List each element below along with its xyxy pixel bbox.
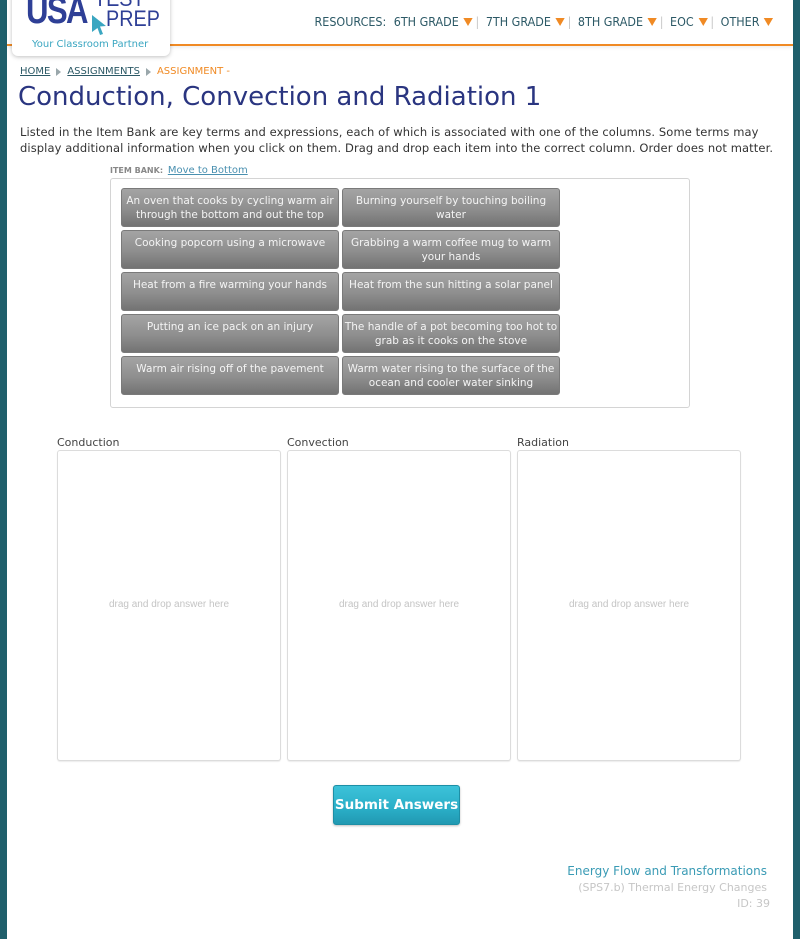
move-to-bottom-link[interactable]: Move to Bottom: [168, 165, 248, 176]
dropdown-triangle-icon: [555, 18, 565, 26]
nav-item-label: OTHER: [720, 15, 760, 29]
nav-item-label: 6TH GRADE: [393, 15, 459, 29]
nav-separator: |: [475, 15, 479, 29]
dropdown-triangle-icon: [763, 18, 773, 26]
draggable-item[interactable]: Warm air rising off of the pavement: [121, 356, 339, 395]
draggable-item[interactable]: The handle of a pot becoming too hot to …: [342, 314, 560, 353]
nav-item-8th-grade[interactable]: 8TH GRADE: [578, 15, 657, 29]
resources-nav: RESOURCES: 6TH GRADE | 7TH GRADE | 8TH G…: [314, 15, 773, 29]
breadcrumb-arrow-icon: [56, 67, 62, 76]
resources-label: RESOURCES:: [314, 15, 386, 29]
nav-item-label: 7TH GRADE: [485, 15, 551, 29]
breadcrumb-assignments[interactable]: ASSIGNMENTS: [67, 66, 140, 77]
cursor-arrow-icon: [92, 15, 106, 35]
dropdown-triangle-icon: [647, 18, 657, 26]
draggable-item[interactable]: Warm water rising to the surface of the …: [342, 356, 560, 395]
left-border: [0, 0, 7, 939]
nav-separator: |: [567, 15, 572, 29]
instructions-text: Listed in the Item Bank are key terms an…: [20, 125, 774, 155]
nav-item-label: 8TH GRADE: [577, 15, 643, 29]
drop-placeholder: drag and drop answer here: [568, 599, 690, 610]
footer-question-id: ID: 39: [737, 897, 770, 910]
footer-standard: (SPS7.b) Thermal Energy Changes: [578, 881, 767, 894]
draggable-item[interactable]: Putting an ice pack on an injury: [121, 314, 339, 353]
logo-usa-text: USA: [26, 0, 89, 32]
submit-answers-button[interactable]: Submit Answers: [333, 785, 460, 825]
nav-item-6th-grade[interactable]: 6TH GRADE: [393, 15, 473, 29]
draggable-item[interactable]: Burning yourself by touching boiling wat…: [342, 188, 560, 227]
draggable-item[interactable]: An oven that cooks by cycling warm air t…: [121, 188, 339, 227]
conduction-drop-zone[interactable]: drag and drop answer here: [57, 450, 281, 761]
draggable-item[interactable]: Heat from a fire warming your hands: [121, 272, 339, 311]
drop-placeholder: drag and drop answer here: [108, 599, 230, 610]
logo-tagline: Your Classroom Partner: [32, 39, 149, 50]
breadcrumb-home[interactable]: HOME: [20, 66, 50, 77]
radiation-drop-zone[interactable]: drag and drop answer here: [517, 450, 741, 761]
convection-column-label: Convection: [287, 436, 349, 449]
logo-prep-text: PREP: [106, 6, 160, 31]
draggable-item[interactable]: Cooking popcorn using a microwave: [121, 230, 339, 269]
breadcrumb: HOME ASSIGNMENTS ASSIGNMENT -: [20, 66, 230, 77]
nav-separator: |: [659, 15, 664, 29]
breadcrumb-current: ASSIGNMENT -: [156, 66, 230, 77]
nav-item-7th-grade[interactable]: 7TH GRADE: [485, 15, 565, 29]
dropdown-triangle-icon: [697, 18, 708, 26]
convection-drop-zone[interactable]: drag and drop answer here: [287, 450, 511, 761]
item-bank-label: ITEM BANK:: [110, 166, 164, 175]
draggable-item[interactable]: Grabbing a warm coffee mug to warm your …: [342, 230, 560, 269]
drop-placeholder: drag and drop answer here: [338, 599, 460, 610]
right-border: [793, 0, 800, 939]
nav-item-eoc[interactable]: EOC: [670, 15, 708, 29]
breadcrumb-arrow-icon: [145, 67, 151, 76]
item-bank: An oven that cooks by cycling warm air t…: [110, 178, 690, 408]
nav-item-label: EOC: [669, 15, 694, 29]
conduction-column-label: Conduction: [57, 436, 120, 449]
page-title: Conduction, Convection and Radiation 1: [18, 82, 542, 112]
nav-item-other[interactable]: OTHER: [720, 15, 773, 29]
item-bank-grid: An oven that cooks by cycling warm air t…: [121, 188, 560, 395]
nav-separator: |: [709, 15, 714, 29]
dropdown-triangle-icon: [463, 18, 473, 26]
draggable-item[interactable]: Heat from the sun hitting a solar panel: [342, 272, 560, 311]
site-logo[interactable]: USA TEST PREP Your Classroom Partner: [12, 0, 170, 56]
radiation-column-label: Radiation: [517, 436, 569, 449]
footer-topic: Energy Flow and Transformations: [567, 864, 767, 878]
item-bank-header: ITEM BANK: Move to Bottom: [110, 165, 248, 176]
